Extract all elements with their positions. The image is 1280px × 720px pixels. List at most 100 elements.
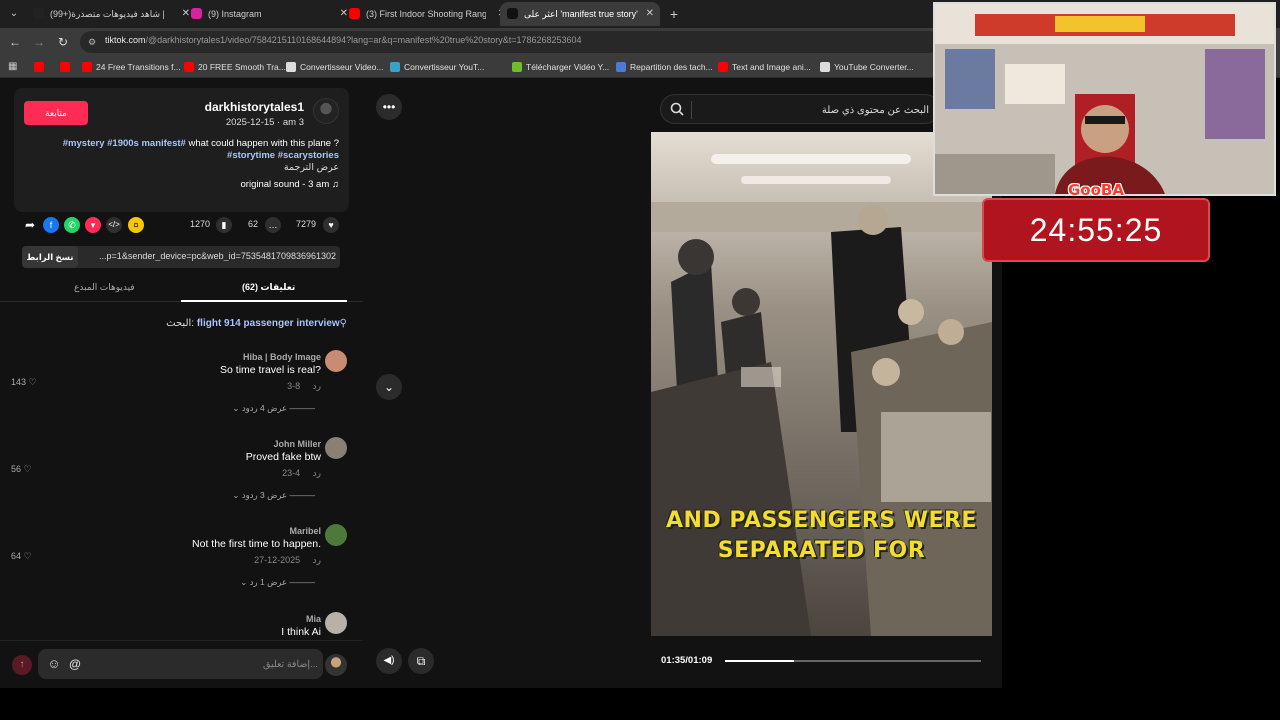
copy-link-button[interactable]: نسخ الرابط: [22, 246, 78, 268]
comment-item: Hiba | Body Image So time travel is real?…: [0, 350, 363, 436]
chevron-down-icon: ⌄: [240, 577, 248, 587]
bookmark-item[interactable]: Text and Image ani...: [718, 60, 811, 74]
comment-input-box[interactable]: ☺ @: [38, 649, 323, 679]
facebook-icon[interactable]: f: [43, 217, 59, 233]
share-url[interactable]: ...p=1&sender_device=pc&web_id=753548170…: [82, 251, 336, 261]
bookmark-label: Text and Image ani...: [732, 62, 811, 72]
reply-link[interactable]: رد: [313, 381, 321, 391]
volume-icon[interactable]: ◀): [376, 648, 402, 674]
embed-code-icon[interactable]: </>: [106, 217, 122, 233]
commenter-name[interactable]: John Miller: [273, 439, 321, 449]
commenter-avatar[interactable]: [325, 524, 347, 546]
comment-text: Not the first time to happen.: [192, 538, 321, 550]
commenter-avatar[interactable]: [325, 612, 347, 634]
creator-username[interactable]: darkhistorytales1: [205, 100, 304, 114]
comment-tabs: فيديوهات المبدع (62) تعليقات: [0, 276, 363, 302]
heart-icon[interactable]: ♥: [323, 217, 339, 233]
commenter-name[interactable]: Mia: [306, 614, 321, 624]
bookmark-label: Convertisseur YouT...: [404, 62, 485, 72]
tab-search-icon[interactable]: ⌄: [4, 4, 24, 24]
reply-link[interactable]: رد: [313, 468, 321, 478]
related-search[interactable]: البحث: flight 914 passenger interview⚲: [166, 318, 347, 329]
picture-in-picture-icon[interactable]: ⧉: [408, 648, 434, 674]
coin-icon[interactable]: ¤: [128, 217, 144, 233]
send-to-friends-icon[interactable]: ▾: [85, 217, 101, 233]
browser-tab[interactable]: (9) Instagram ✕: [184, 2, 354, 26]
comment-like[interactable]: 64 ♡: [11, 551, 32, 562]
tab-title: (9) Instagram: [208, 9, 262, 19]
bookmark-item[interactable]: Repartition des tach...: [616, 60, 713, 74]
tab-comments[interactable]: (62) تعليقات: [242, 282, 295, 293]
emoji-icon[interactable]: ☺: [46, 656, 62, 672]
whatsapp-icon[interactable]: ✆: [64, 217, 80, 233]
view-replies-link[interactable]: ⌄ عرض 4 ردود ———: [232, 403, 315, 414]
view-replies-link[interactable]: ⌄ عرض 1 رد ———: [240, 577, 315, 588]
bookmark-item[interactable]: Convertisseur Video...: [286, 60, 383, 74]
comment-date: 2025-12-27: [254, 555, 301, 565]
bookmark-icon[interactable]: ▮: [216, 217, 232, 233]
browser-tab[interactable]: (99+)شاهد فيديوهات متصدرة | ✕: [26, 2, 196, 26]
user-avatar: [325, 654, 347, 676]
comment-like[interactable]: 143 ♡: [11, 377, 37, 388]
tab-title: اعثر على 'manifest true story': [524, 9, 638, 19]
bookmark-item[interactable]: Télécharger Vidéo Y...: [512, 60, 609, 74]
bookmark-item[interactable]: 20 FREE Smooth Tra...: [184, 60, 286, 74]
reload-icon[interactable]: ↻: [55, 34, 71, 50]
scroll-down-chevron-icon[interactable]: ⌄: [376, 374, 402, 400]
follow-button[interactable]: متابعة: [24, 101, 88, 125]
close-tab-icon[interactable]: ✕: [646, 2, 654, 26]
new-tab-button[interactable]: +: [664, 4, 684, 24]
browser-tab-active[interactable]: اعثر على 'manifest true story' ✕: [500, 2, 660, 26]
sound-link[interactable]: original sound - 3 am ♫: [241, 179, 339, 190]
view-replies-link[interactable]: ⌄ عرض 3 ردود ———: [232, 490, 315, 501]
post-info-card: متابعة darkhistorytales1 2025-12-15 · am…: [14, 88, 349, 212]
site-info-icon[interactable]: ⚙: [88, 36, 100, 48]
bookmark-label: 20 FREE Smooth Tra...: [198, 62, 286, 72]
related-search-query[interactable]: flight 914 passenger interview: [197, 318, 340, 329]
comment-input[interactable]: [88, 649, 318, 679]
tiktok-page: متابعة darkhistorytales1 2025-12-15 · am…: [0, 78, 1002, 688]
comment-like-count: 64: [11, 551, 22, 561]
commenter-name[interactable]: Maribel: [289, 526, 321, 536]
search-icon[interactable]: [669, 102, 685, 118]
share-arrow-icon[interactable]: ➦: [22, 217, 38, 233]
bookmark-item[interactable]: Convertisseur YouT...: [390, 60, 484, 74]
bookmark-favicon-icon: [718, 62, 728, 72]
comment-bubble-icon[interactable]: …: [265, 217, 281, 233]
send-arrow-icon[interactable]: ↑: [12, 655, 32, 675]
back-arrow-icon[interactable]: ←: [7, 34, 23, 50]
address-bar[interactable]: ⚙ tiktok.com/@darkhistorytales1/video/75…: [80, 31, 940, 53]
commenter-name[interactable]: Hiba | Body Image: [243, 352, 321, 362]
tab-creator-videos[interactable]: فيديوهات المبدع: [74, 282, 135, 293]
progress-bar[interactable]: [725, 660, 981, 662]
creator-avatar[interactable]: [313, 98, 339, 124]
active-tab-indicator: [181, 300, 347, 302]
caption-hashtags[interactable]: #mystery #1900s manifest#: [63, 138, 186, 149]
bookmark-item[interactable]: [60, 60, 74, 74]
apps-grid-icon[interactable]: ▦: [8, 60, 20, 74]
commenter-avatar[interactable]: [325, 437, 347, 459]
bookmark-label: Convertisseur Video...: [300, 62, 384, 72]
browser-tab[interactable]: (3) First Indoor Shooting Range ✕: [342, 2, 512, 26]
see-translation-link[interactable]: عرض الترجمة: [284, 162, 339, 173]
bookmark-item[interactable]: 24 Free Transitions f...: [82, 60, 181, 74]
video-player[interactable]: AND PASSENGERS WERE SEPARATED FOR: [651, 132, 992, 636]
reply-link[interactable]: رد: [313, 555, 321, 565]
comment-like-count: 143: [11, 377, 27, 387]
forward-arrow-icon[interactable]: →: [31, 34, 47, 50]
commenter-avatar[interactable]: [325, 350, 347, 372]
bookmark-item[interactable]: YouTube Converter...: [820, 60, 914, 74]
mention-icon[interactable]: @: [67, 656, 83, 672]
comment-like[interactable]: 56 ♡: [11, 464, 32, 475]
like-count: 7279: [296, 219, 317, 229]
bookmark-favicon-icon: [820, 62, 830, 72]
search-input[interactable]: [697, 95, 929, 125]
tiktok-favicon-icon: [507, 8, 518, 19]
comment-text: So time travel is real?: [220, 364, 321, 376]
more-options-icon[interactable]: •••: [376, 94, 402, 120]
player-controls: 01:35/01:09: [651, 648, 992, 674]
caption-hashtags-2[interactable]: #storytime #scarystories: [227, 150, 339, 161]
bookmark-item[interactable]: [34, 60, 48, 74]
search-bar[interactable]: [660, 94, 940, 125]
bookmark-favicon-icon: [286, 62, 296, 72]
